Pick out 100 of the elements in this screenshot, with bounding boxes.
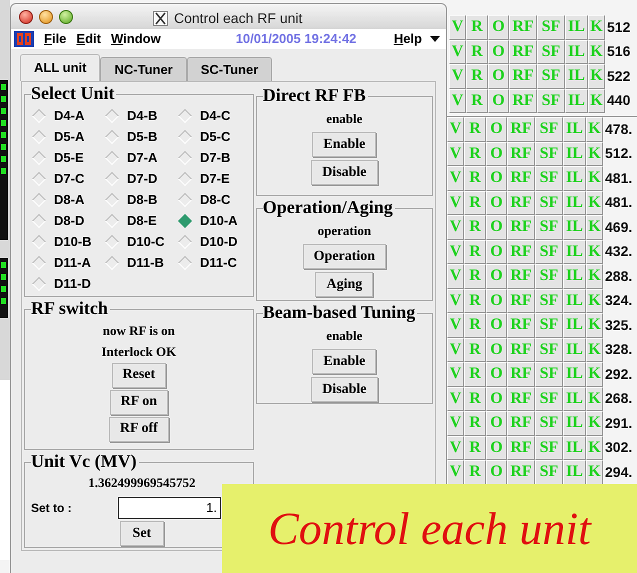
- radio-button[interactable]: [32, 256, 46, 270]
- status-indicator: IL: [565, 40, 588, 64]
- status-indicator: R: [464, 313, 486, 338]
- status-indicator: IL: [563, 215, 586, 240]
- radio-button[interactable]: [178, 192, 192, 208]
- radio-button[interactable]: [104, 234, 120, 250]
- status-indicator: SF: [535, 386, 563, 411]
- radio-button[interactable]: [104, 150, 120, 166]
- panel-button[interactable]: Disable: [311, 160, 378, 185]
- status-text: operation: [318, 222, 372, 240]
- status-indicator: O: [486, 436, 507, 460]
- panel-button[interactable]: Operation: [302, 244, 386, 269]
- status-indicator: R: [464, 288, 486, 313]
- status-indicator: IL: [565, 88, 588, 113]
- rf-button[interactable]: Reset: [112, 362, 166, 388]
- radio-button[interactable]: [104, 130, 120, 144]
- radio-button[interactable]: [178, 108, 192, 124]
- tab[interactable]: SC-Tuner: [186, 57, 272, 81]
- radio-button[interactable]: [104, 214, 120, 228]
- status-indicator: V: [449, 88, 466, 113]
- value-text: 478.: [604, 120, 632, 139]
- status-indicator: RF: [507, 288, 535, 313]
- help-menu[interactable]: Help: [394, 29, 422, 49]
- status-indicator: K: [586, 288, 603, 313]
- status-indicator: V: [449, 64, 466, 88]
- status-indicator: R: [464, 117, 486, 142]
- value-text: 302.: [604, 438, 632, 458]
- close-icon[interactable]: [19, 10, 33, 24]
- status-indicator: RF: [507, 240, 535, 264]
- radio-button[interactable]: [178, 130, 192, 144]
- menu-item[interactable]: Edit: [76, 29, 101, 49]
- radio-button[interactable]: [104, 192, 120, 208]
- value-text: 481.: [604, 193, 632, 212]
- status-indicator: K: [586, 190, 603, 215]
- radio-label: D11-C: [200, 254, 237, 272]
- status-indicator: IL: [565, 64, 588, 88]
- radio-button[interactable]: [32, 214, 46, 228]
- radio-button[interactable]: [32, 192, 46, 208]
- radio-label: D10-A: [200, 212, 238, 230]
- radio-button[interactable]: [32, 234, 46, 250]
- panel-button[interactable]: Enable: [312, 349, 376, 374]
- status-indicator: K: [588, 88, 605, 113]
- status-indicator: O: [486, 117, 507, 142]
- status-indicator: R: [464, 142, 486, 166]
- zoom-icon[interactable]: [59, 10, 73, 24]
- radio-label: D10-D: [200, 233, 238, 252]
- status-indicator: SF: [535, 215, 563, 240]
- status-indicator: K: [588, 15, 605, 40]
- radio-button[interactable]: [104, 256, 120, 270]
- set-button[interactable]: Set: [120, 520, 164, 546]
- status-indicator: R: [464, 215, 486, 240]
- radio-button[interactable]: [178, 172, 192, 186]
- status-indicator: RF: [507, 142, 535, 166]
- status-indicator: IL: [563, 264, 586, 288]
- status-indicator: V: [449, 15, 466, 40]
- status-indicator: RF: [507, 338, 535, 362]
- radio-button[interactable]: [32, 130, 46, 144]
- status-indicator: SF: [535, 362, 563, 386]
- rf-button[interactable]: RF off: [108, 416, 169, 442]
- status-indicator: O: [488, 88, 509, 113]
- status-indicator: R: [464, 166, 486, 190]
- menu-item[interactable]: File: [44, 29, 66, 49]
- radio-button[interactable]: [104, 108, 120, 124]
- caret-icon[interactable]: [430, 36, 440, 42]
- status-indicator: SF: [537, 15, 565, 40]
- radio-label: D7-C: [54, 170, 84, 188]
- tab[interactable]: ALL unit: [20, 54, 100, 81]
- rf-button[interactable]: RF on: [110, 390, 168, 415]
- menu-item[interactable]: Window: [110, 29, 161, 49]
- app-logo-icon: [14, 31, 34, 47]
- status-indicator: O: [486, 362, 507, 386]
- panel-button[interactable]: Disable: [311, 377, 378, 402]
- voltage-reading: 1.362499969545752: [87, 474, 196, 492]
- status-indicator: R: [464, 460, 486, 484]
- radio-button[interactable]: [32, 108, 46, 124]
- panel-button[interactable]: Enable: [312, 132, 376, 157]
- panel-button[interactable]: Aging: [315, 272, 374, 297]
- minimize-icon[interactable]: [39, 10, 53, 24]
- clock-text: 10/01/2005 19:24:42: [236, 30, 356, 48]
- radio-button[interactable]: [178, 234, 192, 250]
- radio-button[interactable]: [32, 172, 46, 186]
- value-text: 291.: [604, 414, 632, 433]
- status-indicator: RF: [507, 436, 535, 460]
- radio-button[interactable]: [178, 150, 192, 166]
- radio-button[interactable]: [32, 150, 46, 166]
- status-indicator: K: [586, 338, 603, 362]
- status-indicator: V: [447, 215, 464, 240]
- status-indicator: RF: [507, 386, 535, 411]
- value-text: 512: [606, 18, 630, 37]
- radio-button[interactable]: [178, 256, 192, 270]
- status-indicator: RF: [509, 88, 537, 113]
- status-indicator: RF: [507, 117, 535, 142]
- status-indicator: IL: [563, 142, 586, 166]
- radio-label: D7-D: [127, 170, 158, 188]
- radio-button[interactable]: [104, 172, 120, 186]
- tab[interactable]: NC-Tuner: [100, 57, 187, 81]
- voltage-input-field[interactable]: 1.: [118, 496, 221, 519]
- status-indicator: SF: [535, 411, 563, 436]
- status-indicator: O: [488, 64, 509, 88]
- radio-button[interactable]: [32, 276, 46, 292]
